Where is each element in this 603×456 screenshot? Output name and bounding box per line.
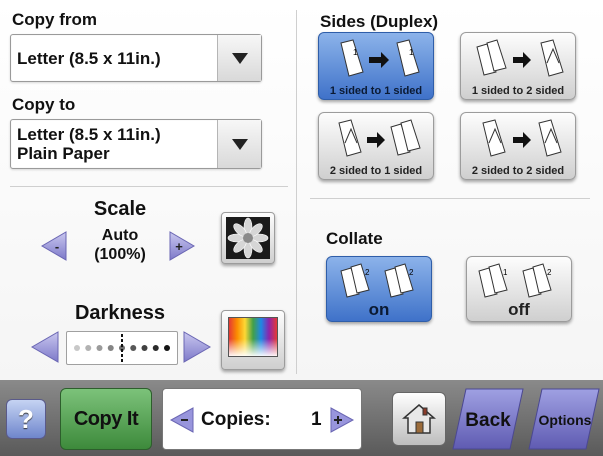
options-button[interactable]: Options	[528, 388, 600, 450]
scale-image-button[interactable]	[221, 212, 275, 264]
svg-text:2: 2	[365, 268, 370, 277]
darkness-label: Darkness	[74, 302, 166, 324]
scale-mode: Auto	[101, 227, 139, 244]
darkness-dot	[74, 345, 80, 351]
sides-2-to-2-button[interactable]: 2 sided to 2 sided	[460, 112, 576, 180]
collated-pages-icon: 2 2	[340, 263, 414, 298]
home-button[interactable]	[392, 392, 446, 446]
darkness-dot	[107, 345, 114, 351]
collate-on-caption: on	[368, 300, 390, 319]
copy-it-label: Copy It	[73, 407, 139, 430]
sides-option-caption: 2 sided to 1 sided	[329, 165, 423, 177]
darkness-decrease-button[interactable]	[30, 330, 60, 364]
scale-decrease-button[interactable]: -	[40, 230, 68, 262]
one-sided-to-one-sided-icon: 1 1	[340, 39, 420, 77]
darkness-dot	[152, 345, 159, 351]
scale-percent: (100%)	[94, 246, 146, 263]
minus-icon: -	[55, 239, 59, 254]
scale-value: Auto (100%)	[80, 226, 160, 264]
plus-icon: +	[175, 239, 183, 254]
copies-value[interactable]: 1	[311, 409, 322, 431]
collate-label: Collate	[326, 229, 383, 248]
help-icon: ?	[18, 403, 34, 434]
copy-to-dropdown[interactable]: Letter (8.5 x 11in.) Plain Paper	[10, 119, 262, 169]
scale-label: Scale	[93, 198, 147, 220]
darkness-dot	[130, 345, 137, 351]
two-sided-to-two-sided-icon	[482, 119, 562, 157]
color-palette-button[interactable]	[221, 310, 285, 370]
column-divider	[296, 10, 297, 374]
copies-increase-button[interactable]	[329, 406, 355, 434]
home-icon	[401, 404, 437, 434]
sides-label: Sides (Duplex)	[320, 12, 439, 31]
sides-1-to-2-button[interactable]: 1 sided to 2 sided	[460, 32, 576, 100]
one-sided-to-two-sided-icon	[476, 39, 564, 77]
back-label: Back	[465, 410, 511, 431]
copy-to-label: Copy to	[12, 95, 76, 114]
chevron-down-icon[interactable]	[217, 35, 261, 81]
color-spectrum-icon	[228, 317, 278, 357]
copy-it-button[interactable]: Copy It	[60, 388, 152, 450]
darkness-slider[interactable]	[66, 331, 178, 365]
options-label: Options	[539, 412, 592, 428]
collate-off-caption: off	[508, 300, 530, 319]
svg-text:2: 2	[409, 268, 414, 277]
scale-increase-button[interactable]: +	[168, 230, 196, 262]
copies-control: Copies: 1	[162, 388, 362, 450]
darkness-dot	[164, 345, 170, 351]
svg-text:1: 1	[503, 268, 508, 277]
darkness-dot	[141, 345, 148, 351]
darkness-increase-button[interactable]	[182, 330, 212, 364]
copy-from-dropdown[interactable]: Letter (8.5 x 11in.)	[10, 34, 262, 82]
divider	[10, 186, 288, 187]
chevron-down-icon[interactable]	[217, 120, 261, 168]
copy-from-label: Copy from	[12, 10, 97, 29]
two-sided-to-one-sided-icon	[338, 119, 421, 157]
sides-option-caption: 1 sided to 1 sided	[329, 85, 423, 97]
sides-option-caption: 2 sided to 2 sided	[471, 165, 565, 177]
copy-to-value: Letter (8.5 x 11in.) Plain Paper	[17, 125, 161, 163]
divider	[310, 198, 590, 199]
copy-from-value: Letter (8.5 x 11in.)	[17, 48, 161, 68]
copies-label: Copies:	[201, 409, 271, 430]
uncollated-pages-icon: 1 2	[478, 263, 552, 298]
collate-off-button[interactable]: 1 2 off	[466, 256, 572, 322]
sides-2-to-1-button[interactable]: 2 sided to 1 sided	[318, 112, 434, 180]
copies-decrease-button[interactable]	[169, 406, 195, 434]
help-button[interactable]: ?	[6, 399, 46, 439]
flower-photo-icon	[226, 217, 270, 259]
darkness-level-dots	[74, 334, 170, 362]
svg-text:2: 2	[547, 268, 552, 277]
sides-option-caption: 1 sided to 2 sided	[471, 85, 565, 97]
back-button[interactable]: Back	[452, 388, 524, 450]
darkness-dot	[96, 345, 103, 351]
darkness-dot	[85, 345, 92, 351]
sides-1-to-1-button[interactable]: 1 1 1 sided to 1 sided	[318, 32, 434, 100]
svg-text:1: 1	[409, 48, 414, 57]
svg-text:1: 1	[353, 48, 358, 57]
collate-on-button[interactable]: 2 2 on	[326, 256, 432, 322]
